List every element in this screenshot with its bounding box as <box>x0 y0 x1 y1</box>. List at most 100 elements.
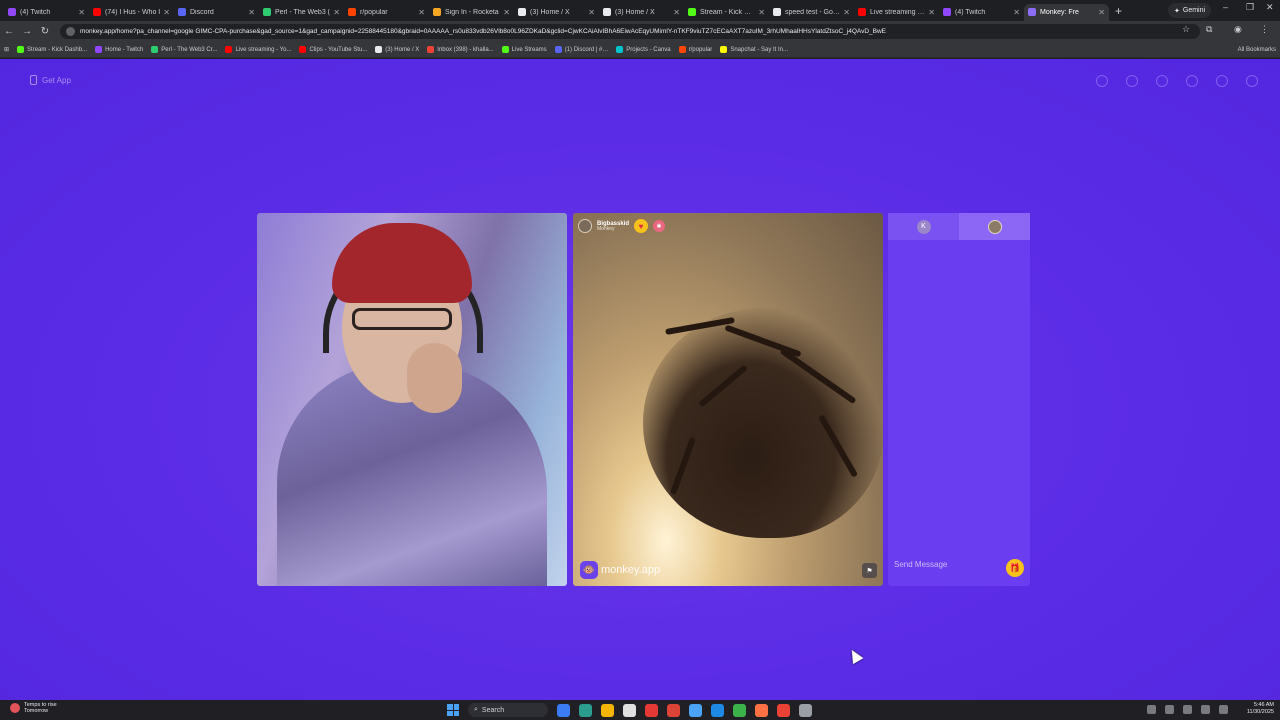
tab-close-icon[interactable]: ✕ <box>673 8 680 17</box>
tab-favicon-icon <box>93 8 101 16</box>
tab-close-icon[interactable]: ✕ <box>1013 8 1020 17</box>
menu-icon[interactable]: ⋮ <box>1260 24 1269 35</box>
tab-favicon-icon <box>518 8 526 16</box>
network-icon[interactable] <box>1165 705 1174 714</box>
bookmark-item[interactable]: Perl - The Web3 Cr... <box>151 46 217 53</box>
gift-icon[interactable]: 🎁 <box>1006 559 1024 577</box>
tab-close-icon[interactable]: ✕ <box>503 8 510 17</box>
bookmark-item[interactable]: (3) Home / X <box>375 46 419 53</box>
taskbar-app-icon[interactable] <box>799 703 812 717</box>
browser-tab[interactable]: Perl - The Web3 (✕ <box>259 4 344 21</box>
tab-close-icon[interactable]: ✕ <box>1098 8 1105 17</box>
profile-icon[interactable] <box>1246 75 1258 87</box>
close-window-icon[interactable]: ✕ <box>1266 2 1274 13</box>
bookmark-item[interactable]: Snapchat - Say It In... <box>720 46 788 53</box>
tab-label: (3) Home / X <box>530 8 570 16</box>
remote-user-info[interactable]: Bigbasskid Monkey ♥ ✱ <box>578 219 666 233</box>
browser-tab[interactable]: Stream - Kick Das ✕ <box>684 4 769 21</box>
tab-close-icon[interactable]: ✕ <box>78 8 85 17</box>
windows-start-icon[interactable] <box>447 704 459 716</box>
forward-icon[interactable]: → <box>18 26 36 37</box>
browser-tab[interactable]: (4) Twitch ✕ <box>939 4 1024 21</box>
new-tab-button[interactable]: + <box>1115 4 1122 18</box>
bookmark-item[interactable]: (1) Discord | #… <box>554 46 608 53</box>
bookmark-item[interactable]: r/popular <box>678 46 713 53</box>
taskbar-app-icon[interactable] <box>777 703 790 717</box>
tab-close-icon[interactable]: ✕ <box>928 8 935 17</box>
history-icon[interactable] <box>1186 75 1198 87</box>
browser-tab[interactable]: Sign In - Rocketa ✕ <box>429 4 514 21</box>
report-icon[interactable]: ⚑ <box>862 563 877 578</box>
all-bookmarks-button[interactable]: All Bookmarks <box>1238 47 1276 53</box>
bookmark-label: Inbox (398) - khalla... <box>437 46 494 53</box>
back-icon[interactable]: ← <box>0 26 18 37</box>
taskbar-app-icon[interactable] <box>645 703 658 717</box>
taskbar-app-icon[interactable] <box>711 703 724 717</box>
bookmark-label: r/popular <box>688 46 713 53</box>
taskbar-app-icon[interactable] <box>667 703 680 717</box>
bookmark-item[interactable]: Stream - Kick Dashb... <box>17 46 87 53</box>
tab-close-icon[interactable]: ✕ <box>163 8 170 17</box>
profile-avatar-icon[interactable]: ◉ <box>1234 24 1242 35</box>
reload-icon[interactable]: ↻ <box>36 26 54 37</box>
tab-close-icon[interactable]: ✕ <box>843 8 850 17</box>
browser-tab[interactable]: Live streaming - Y ✕ <box>854 4 939 21</box>
apps-grid-icon[interactable]: ⊞ <box>4 46 9 53</box>
taskbar-app-icon[interactable] <box>579 703 592 717</box>
bookmark-item[interactable]: Live streaming - Yo... <box>225 46 291 53</box>
coin-icon[interactable] <box>1156 75 1168 87</box>
bookmark-item[interactable]: Clips - YouTube Stu... <box>299 46 367 53</box>
browser-tab[interactable]: (74) I Hus - Who I ✕ <box>89 4 174 21</box>
taskbar-search[interactable]: ⌕ Search <box>468 703 548 717</box>
tab-favicon-icon <box>263 8 271 16</box>
address-bar[interactable]: monkey.app/home?pa_channel=google GIMC-C… <box>60 24 1200 39</box>
bookmark-label: Home - Twitch <box>105 46 144 53</box>
tab-close-icon[interactable]: ✕ <box>333 8 340 17</box>
taskbar-app-icon[interactable] <box>689 703 702 717</box>
browser-tab[interactable]: Monkey: Fre ✕ <box>1024 3 1109 21</box>
bookmark-item[interactable]: Home - Twitch <box>95 46 143 53</box>
shop-icon[interactable] <box>1096 75 1108 87</box>
taskbar-app-icon[interactable] <box>601 703 614 717</box>
tab-favicon-icon <box>773 8 781 16</box>
browser-tab[interactable]: (3) Home / X ✕ <box>599 4 684 21</box>
windows-taskbar: Temps to rise Tomorrow ⌕ Search 5:46 AM … <box>0 700 1280 720</box>
clock[interactable]: 5:46 AM 11/30/2025 <box>1247 702 1274 716</box>
bookmark-item[interactable]: Inbox (398) - khalla... <box>427 46 494 53</box>
bookmark-star-icon[interactable]: ☆ <box>1182 24 1190 35</box>
chat-tab-remote[interactable] <box>959 213 1030 240</box>
send-message-input[interactable]: Send Message <box>894 560 947 569</box>
get-app-button[interactable]: Get App <box>30 75 71 85</box>
extensions-icon[interactable]: ⧉ <box>1206 24 1212 35</box>
volume-icon[interactable] <box>1219 705 1228 714</box>
chevron-up-icon[interactable] <box>1147 705 1156 714</box>
weather-widget[interactable]: Temps to rise Tomorrow <box>10 702 57 714</box>
chat-tab-self[interactable]: K <box>888 213 959 240</box>
tab-close-icon[interactable]: ✕ <box>588 8 595 17</box>
maximize-icon[interactable]: ❐ <box>1246 2 1254 13</box>
browser-tab[interactable]: r/popular ✕ <box>344 4 429 21</box>
cloud-icon[interactable] <box>1183 705 1192 714</box>
taskbar-app-icon[interactable] <box>623 703 636 717</box>
wifi-icon[interactable] <box>1201 705 1210 714</box>
taskbar-app-icon[interactable] <box>557 703 570 717</box>
tab-close-icon[interactable]: ✕ <box>418 8 425 17</box>
site-info-icon[interactable] <box>66 27 75 36</box>
taskbar-app-icon[interactable] <box>733 703 746 717</box>
tab-close-icon[interactable]: ✕ <box>758 8 765 17</box>
tab-label: (74) I Hus - Who I <box>105 8 161 16</box>
bookmark-item[interactable]: Live Streams <box>501 46 547 53</box>
chat-icon[interactable] <box>1216 75 1228 87</box>
browser-tab[interactable]: speed test - Goog ✕ <box>769 4 854 21</box>
browser-tab[interactable]: (3) Home / X ✕ <box>514 4 599 21</box>
minimize-icon[interactable]: – <box>1223 2 1228 12</box>
taskbar-app-icon[interactable] <box>755 703 768 717</box>
tab-close-icon[interactable]: ✕ <box>248 8 255 17</box>
browser-tab[interactable]: Discord ✕ <box>174 4 259 21</box>
search-icon[interactable] <box>1126 75 1138 87</box>
bookmark-item[interactable]: Projects - Canva <box>616 46 671 53</box>
browser-tab[interactable]: (4) Twitch ✕ <box>4 4 89 21</box>
gemini-button[interactable]: ✦ Gemini <box>1168 3 1212 18</box>
heart-icon[interactable]: ♥ <box>634 219 649 233</box>
flag-icon[interactable]: ✱ <box>653 220 666 232</box>
